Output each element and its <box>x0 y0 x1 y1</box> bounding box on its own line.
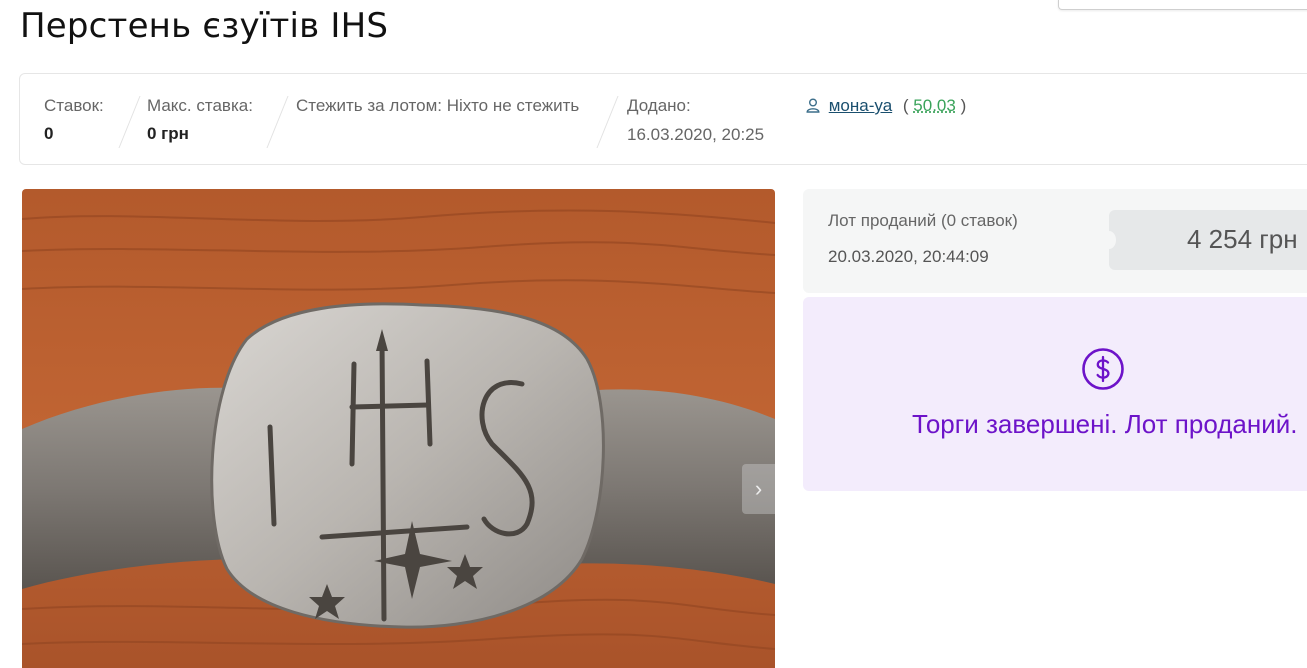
dollar-circle-icon <box>1081 347 1125 396</box>
user-icon <box>806 98 820 118</box>
seller-info: мона-уа ( 50.03 ) <box>806 96 966 118</box>
watchers-text: Стежить за лотом: Ніхто не стежить <box>296 96 580 115</box>
rating-open-paren: ( <box>902 96 909 115</box>
max-bid-label: Макс. ставка: <box>147 96 253 115</box>
divider <box>118 96 141 148</box>
divider <box>266 96 289 148</box>
max-bid-value: 0 грн <box>147 124 189 143</box>
final-price: 4 254 грн <box>1187 224 1298 254</box>
rating-close-paren: ) <box>960 96 967 115</box>
max-bid: Макс. ставка: 0 грн <box>147 96 253 144</box>
sale-result-panel: Лот проданий (0 ставок) 20.03.2020, 20:4… <box>803 189 1307 293</box>
added-label: Додано: <box>627 96 691 115</box>
bids-count: Ставок: 0 <box>44 96 104 144</box>
lot-info-bar: Ставок: 0 Макс. ставка: 0 грн Стежить за… <box>19 73 1307 165</box>
bids-label: Ставок: <box>44 96 104 115</box>
added-value: 16.03.2020, 20:25 <box>627 125 765 144</box>
added-date: Додано: 16.03.2020, 20:25 <box>627 96 764 145</box>
dropdown-popup-edge <box>1058 0 1307 10</box>
final-price-tag: 4 254 грн <box>1102 210 1307 270</box>
auction-ended-panel: Торги завершені. Лот проданий. <box>803 297 1307 491</box>
seller-rating: ( 50.03 ) <box>903 96 966 115</box>
seller-name-link[interactable]: мона-уа <box>829 96 892 115</box>
chevron-right-icon: › <box>754 476 763 501</box>
photo-next-button[interactable]: › <box>742 464 775 514</box>
lot-photo[interactable] <box>22 189 775 668</box>
sale-status: Лот проданий (0 ставок) <box>828 211 1018 230</box>
auction-ended-message: Торги завершені. Лот проданий. <box>912 409 1298 439</box>
divider <box>596 96 619 148</box>
watchers: Стежить за лотом: Ніхто не стежить <box>296 96 579 116</box>
seller-rating-value[interactable]: 50.03 <box>913 96 956 115</box>
sale-date: 20.03.2020, 20:44:09 <box>828 247 989 266</box>
lot-title: Перстень єзуїтів IHS <box>20 6 389 46</box>
bids-value: 0 <box>44 124 54 143</box>
ring-photo-image <box>22 189 775 668</box>
